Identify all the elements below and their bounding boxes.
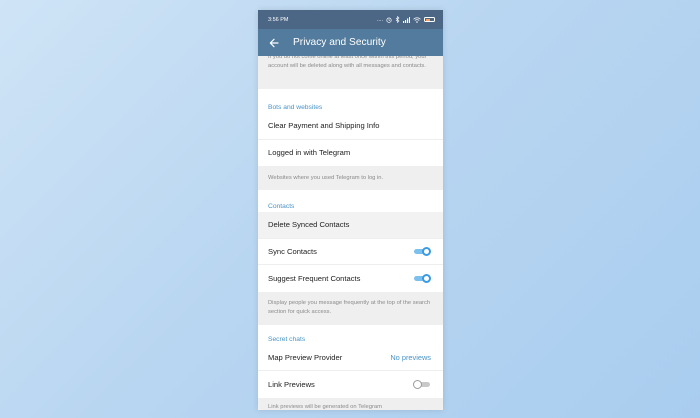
status-icons: ....: [377, 16, 435, 23]
status-time: 3:56 PM: [268, 16, 289, 23]
map-preview-provider-row[interactable]: Map Preview Provider No previews: [258, 345, 443, 371]
row-label: Sync Contacts: [268, 246, 317, 256]
sync-contacts-toggle[interactable]: [413, 246, 431, 256]
contacts-section: Contacts Delete Synced Contacts Sync Con…: [258, 190, 443, 292]
map-preview-value: No previews: [390, 352, 431, 362]
row-label: Link Previews: [268, 379, 315, 389]
account-info-wrap: If you do not come online at least once …: [258, 56, 443, 89]
app-bar: Privacy and Security: [258, 29, 443, 56]
alarm-icon: [386, 17, 392, 23]
row-label: Delete Synced Contacts: [268, 220, 350, 230]
bots-footer: Websites where you used Telegram to log …: [258, 166, 443, 190]
page-title: Privacy and Security: [293, 37, 386, 48]
suggest-frequent-toggle[interactable]: [413, 273, 431, 283]
section-header-bots: Bots and websites: [268, 104, 323, 111]
battery-icon: [424, 17, 435, 22]
row-label: Map Preview Provider: [268, 352, 343, 362]
signal-icon: [403, 16, 410, 23]
secret-footer: Link previews will be generated on Teleg…: [258, 397, 443, 410]
section-header-secret: Secret chats: [268, 335, 306, 343]
suggest-frequent-contacts-row[interactable]: Suggest Frequent Contacts: [258, 265, 443, 292]
bots-section: Bots and websites Clear Payment and Ship…: [258, 89, 443, 166]
contacts-footer: Display people you message frequently at…: [258, 291, 443, 325]
delete-synced-contacts-row[interactable]: Delete Synced Contacts: [258, 212, 443, 239]
sync-contacts-row[interactable]: Sync Contacts: [258, 239, 443, 265]
link-previews-toggle[interactable]: [413, 379, 431, 389]
section-header-contacts: Contacts: [268, 203, 295, 210]
arrow-left-icon[interactable]: [267, 36, 281, 50]
phone-screen: 3:56 PM .... Privacy and Security If you…: [258, 10, 443, 410]
clear-payment-row[interactable]: Clear Payment and Shipping Info: [258, 113, 443, 140]
signal-dots: ....: [376, 16, 383, 23]
row-label: Suggest Frequent Contacts: [268, 273, 361, 283]
status-bar: 3:56 PM ....: [258, 10, 443, 29]
wifi-icon: [413, 16, 421, 23]
row-label: Logged in with Telegram: [268, 148, 351, 158]
secret-chats-section: Secret chats Map Preview Provider No pre…: [258, 324, 443, 398]
row-label: Clear Payment and Shipping Info: [268, 121, 380, 131]
link-previews-row[interactable]: Link Previews: [258, 371, 443, 398]
logged-in-telegram-row[interactable]: Logged in with Telegram: [258, 140, 443, 167]
bluetooth-icon: [395, 16, 400, 23]
account-info-text: If you do not come online at least once …: [258, 56, 443, 77]
